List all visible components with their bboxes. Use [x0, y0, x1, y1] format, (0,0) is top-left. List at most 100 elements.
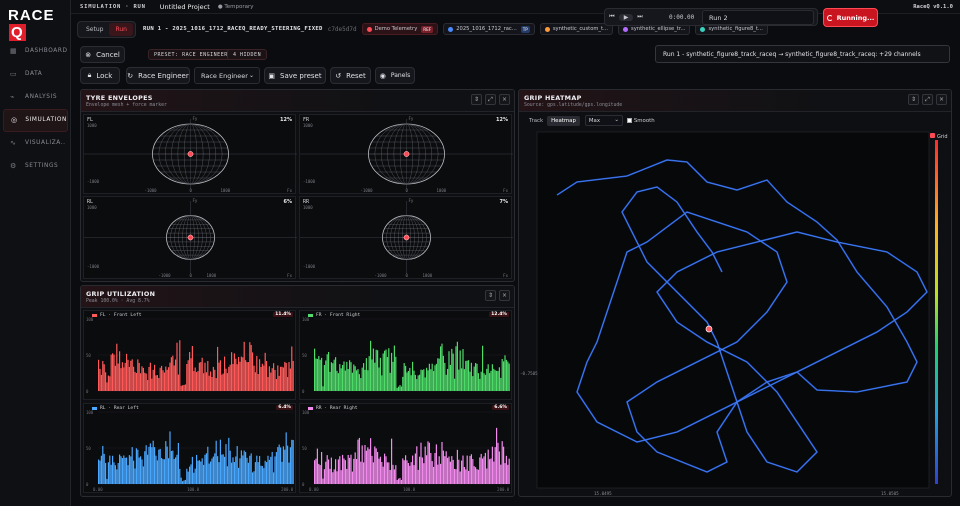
grip-bar: [144, 372, 146, 391]
target-icon: ◎: [11, 116, 18, 125]
grip-bar: [466, 455, 468, 484]
aggregation-select[interactable]: Max ⌄: [584, 115, 623, 126]
grip-bar: [123, 455, 125, 484]
dataset-chip[interactable]: Demo Telemetry REF: [361, 23, 439, 35]
grip-bar: [260, 366, 262, 391]
heatmap-plot[interactable]: Grid -0.7505 15.0495 15.0505: [519, 128, 951, 496]
grip-bar: [350, 362, 352, 391]
close-icon[interactable]: ×: [936, 94, 947, 105]
force-marker: [403, 234, 410, 241]
mode-run-button[interactable]: Run: [109, 22, 133, 36]
fy-axis-label: Fy: [408, 116, 414, 121]
reset-button[interactable]: ↺ Reset: [330, 67, 371, 84]
close-icon[interactable]: ×: [499, 290, 510, 301]
grip-bar: [275, 452, 277, 484]
grip-bar: [180, 477, 182, 484]
grip-bar: [321, 452, 323, 484]
preset-select[interactable]: Race Engineer ⌄: [194, 67, 260, 84]
save-preset-button[interactable]: ▣ Save preset: [264, 67, 326, 84]
grip-bar: [289, 447, 291, 484]
tab-track[interactable]: Track: [525, 116, 547, 126]
reorder-icon[interactable]: ⇕: [485, 290, 496, 301]
grip-bar: [441, 441, 443, 484]
panels-button[interactable]: ◉ Panels: [375, 67, 415, 84]
grip-bar: [333, 469, 335, 484]
sidebar-item-data[interactable]: ▭ DATA: [3, 63, 68, 86]
cancel-button[interactable]: ⊗ Cancel: [80, 46, 125, 63]
grip-bar: [252, 352, 254, 391]
reorder-icon[interactable]: ⇕: [471, 94, 482, 105]
grip-bar: [190, 464, 192, 484]
grip-bar: [349, 360, 351, 391]
close-icon[interactable]: ×: [499, 94, 510, 105]
grip-bar: [285, 362, 287, 391]
fx-axis-label: Fx: [287, 188, 292, 193]
run-select[interactable]: Run 2: [702, 10, 814, 25]
sidebar-item-visualiza[interactable]: ∿ VISUALIZA..: [3, 132, 68, 155]
grip-bar: [109, 376, 111, 391]
grip-bar: [392, 464, 394, 484]
grip-bar: [201, 458, 203, 484]
quadrant-utilization: 7%: [499, 199, 509, 205]
grip-bar: [204, 454, 206, 484]
grip-bar: [257, 374, 259, 391]
grip-bar: [284, 361, 286, 391]
grip-bar: [451, 348, 453, 391]
grip-bar: [435, 363, 437, 391]
grid-checkbox[interactable]: [930, 133, 935, 138]
sidebar-item-settings[interactable]: ⚙ SETTINGS: [3, 155, 68, 178]
play-icon[interactable]: ▶: [619, 13, 633, 21]
grip-bar: [399, 384, 401, 391]
project-title[interactable]: Untitled Project: [160, 3, 210, 11]
grip-bar: [493, 461, 495, 484]
dataset-chip-label: 2025_1016_1712_rac...: [456, 26, 517, 32]
grip-bar: [267, 455, 269, 484]
grip-bar: [409, 367, 411, 391]
skip-forward-icon[interactable]: ⏭: [633, 13, 647, 21]
lock-button[interactable]: 🔒︎ Lock: [80, 67, 120, 84]
grip-bar: [172, 450, 174, 484]
grip-bar: [473, 366, 475, 391]
running-button[interactable]: Running...: [823, 8, 878, 27]
sidebar-item-simulation[interactable]: ◎ SIMULATION: [3, 109, 68, 132]
grip-bar: [431, 363, 433, 391]
grip-bar: [423, 463, 425, 484]
grip-bar: [375, 448, 377, 484]
grip-bar: [205, 453, 207, 484]
grip-bar: [391, 438, 393, 484]
dataset-chip[interactable]: 2025_1016_1712_rac... TP: [443, 23, 535, 35]
grip-bar: [249, 342, 251, 391]
fx-axis-label: Fx: [503, 188, 508, 193]
grip-bar: [282, 367, 284, 391]
race-engineer-button[interactable]: ↻ Race Engineer: [126, 67, 190, 84]
dataset-chip[interactable]: synthetic_custom_t...: [539, 23, 614, 35]
grip-bar: [200, 461, 202, 484]
sidebar-item-analysis[interactable]: ⌁ ANALYSIS: [3, 86, 68, 109]
grip-bar: [448, 351, 450, 391]
skip-back-icon[interactable]: ⏮: [605, 13, 619, 21]
grip-bar: [344, 370, 346, 391]
grip-bar: [268, 366, 270, 391]
grip-bar: [177, 374, 179, 391]
sidebar-item-dashboard[interactable]: ▦ DASHBOARD: [3, 40, 68, 63]
series-swatch: [92, 407, 97, 410]
grip-bar: [433, 371, 435, 391]
grip-bar: [151, 378, 153, 391]
grip-bar: [337, 459, 339, 484]
grip-bar: [112, 455, 114, 484]
smooth-checkbox[interactable]: Smooth: [626, 118, 655, 124]
expand-icon[interactable]: ⤢: [922, 94, 933, 105]
grip-bar: [289, 368, 291, 391]
mode-setup-button[interactable]: Setup: [80, 23, 109, 36]
sidebar-item-label: SIMULATION: [25, 117, 67, 124]
tab-heatmap[interactable]: Heatmap: [547, 115, 580, 126]
grip-bar: [292, 360, 294, 391]
grip-bar: [151, 447, 153, 484]
grip-bar: [170, 357, 172, 391]
grip-bar: [370, 340, 372, 391]
expand-icon[interactable]: ⤢: [485, 94, 496, 105]
grip-bar: [339, 456, 341, 484]
reorder-icon[interactable]: ⇕: [908, 94, 919, 105]
grip-bar: [319, 465, 321, 484]
grip-bar: [323, 469, 325, 484]
